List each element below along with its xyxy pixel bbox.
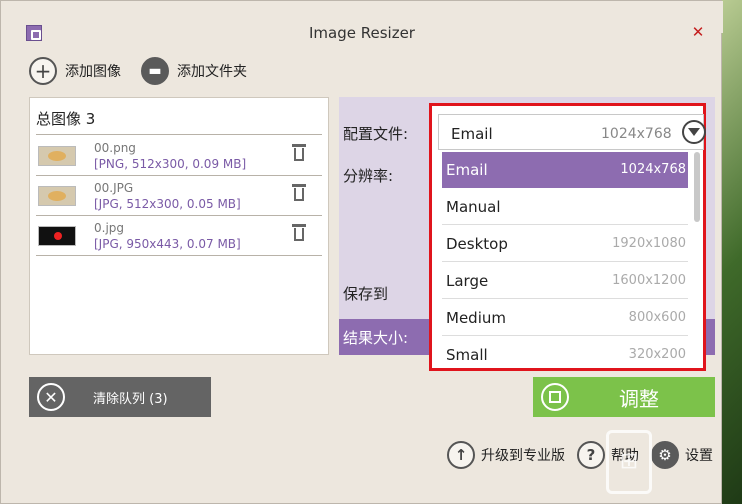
option-size: 1024x768 (620, 162, 686, 177)
selected-profile-name: Email (451, 125, 493, 143)
option-size: 1920x1080 (612, 236, 686, 251)
dropdown-option-medium[interactable]: Medium 800x600 (442, 300, 688, 336)
upgrade-label: 升级到专业版 (481, 448, 565, 464)
profile-label: 配置文件: (343, 125, 409, 143)
file-name: 00.JPG (94, 181, 134, 195)
title-bar: Image Resizer ✕ (1, 1, 723, 42)
profile-dropdown[interactable]: Email 1024x768 Email 1024x768 Manual Des… (429, 103, 706, 371)
trash-icon[interactable] (292, 184, 306, 202)
add-folder-button[interactable]: ▬ 添加文件夹 (141, 57, 247, 85)
app-window: Image Resizer ✕ + 添加图像 ▬ 添加文件夹 总图像 3 00.… (0, 0, 723, 504)
plus-icon: + (29, 57, 57, 85)
list-divider (36, 134, 322, 135)
resize-button[interactable]: 调整 (533, 377, 715, 417)
dropdown-option-small[interactable]: Small 320x200 (442, 337, 688, 373)
trash-icon[interactable] (292, 144, 306, 162)
add-folder-label: 添加文件夹 (177, 64, 247, 80)
settings-button[interactable]: ⚙ 设置 (651, 441, 713, 469)
dropdown-option-email[interactable]: Email 1024x768 (442, 152, 688, 188)
option-label: Medium (446, 309, 506, 327)
image-list-panel: 总图像 3 00.png [PNG, 512x300, 0.09 MB] 00.… (29, 97, 329, 355)
option-label: Manual (446, 198, 501, 216)
file-name: 00.png (94, 141, 136, 155)
option-size: 320x200 (628, 347, 686, 362)
total-images-label: 总图像 3 (36, 110, 96, 128)
option-label: Desktop (446, 235, 508, 253)
settings-label: 设置 (685, 448, 713, 464)
save-to-label: 保存到 (343, 285, 389, 303)
dropdown-option-large[interactable]: Large 1600x1200 (442, 263, 688, 299)
upgrade-button[interactable]: ↑ 升级到专业版 (447, 441, 565, 469)
watermark-logo: ⊞ (606, 430, 652, 494)
add-images-button[interactable]: + 添加图像 (29, 57, 121, 85)
file-name: 0.jpg (94, 221, 125, 235)
file-info: [JPG, 512x300, 0.05 MB] (94, 197, 241, 211)
window-title: Image Resizer (309, 24, 415, 42)
image-thumbnail (38, 146, 76, 166)
result-size-label: 结果大小: (343, 329, 409, 347)
gear-icon: ⚙ (651, 441, 679, 469)
profile-select[interactable]: Email 1024x768 (438, 114, 706, 150)
option-size: 1600x1200 (612, 273, 686, 288)
option-label: Small (446, 346, 488, 364)
close-icon[interactable]: ✕ (687, 23, 709, 41)
dropdown-option-desktop[interactable]: Desktop 1920x1080 (442, 226, 688, 262)
close-circle-icon: ✕ (37, 383, 65, 411)
clear-queue-button[interactable]: ✕ 清除队列 (3) (29, 377, 211, 417)
option-label: Large (446, 272, 489, 290)
resize-label: 调整 (619, 386, 659, 411)
list-item[interactable]: 00.png [PNG, 512x300, 0.09 MB] (36, 136, 322, 176)
arrow-up-icon: ↑ (447, 441, 475, 469)
trash-icon[interactable] (292, 224, 306, 242)
clear-queue-label: 清除队列 (3) (93, 391, 168, 407)
option-size: 800x600 (628, 310, 686, 325)
list-item[interactable]: 00.JPG [JPG, 512x300, 0.05 MB] (36, 176, 322, 216)
question-icon: ? (577, 441, 605, 469)
folder-icon: ▬ (141, 57, 169, 85)
list-item[interactable]: 0.jpg [JPG, 950x443, 0.07 MB] (36, 216, 322, 256)
resolution-label: 分辨率: (343, 167, 394, 185)
image-thumbnail (38, 226, 76, 246)
dropdown-option-manual[interactable]: Manual (442, 189, 688, 225)
chevron-down-icon[interactable] (682, 120, 706, 144)
file-info: [JPG, 950x443, 0.07 MB] (94, 237, 241, 251)
option-label: Email (446, 161, 488, 179)
file-info: [PNG, 512x300, 0.09 MB] (94, 157, 247, 171)
add-images-label: 添加图像 (65, 64, 121, 80)
dropdown-scrollbar[interactable] (694, 152, 700, 222)
resize-icon (541, 383, 569, 411)
image-thumbnail (38, 186, 76, 206)
selected-profile-size: 1024x768 (601, 126, 672, 142)
